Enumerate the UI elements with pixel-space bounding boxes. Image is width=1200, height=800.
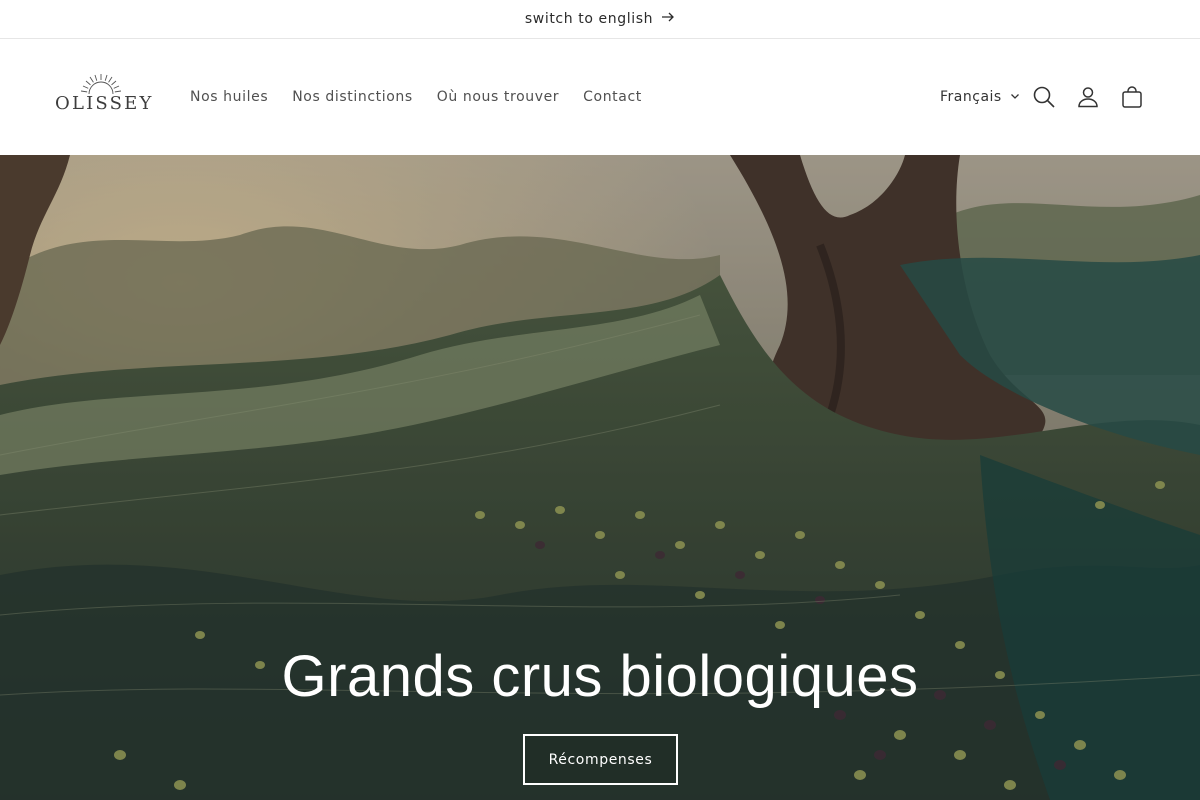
sun-rays-logo-icon xyxy=(81,74,121,94)
nav-item-nos-huiles[interactable]: Nos huiles xyxy=(178,85,280,109)
logo[interactable]: OLISSEY xyxy=(55,72,154,120)
search-icon[interactable] xyxy=(1030,83,1058,111)
arrow-right-icon xyxy=(661,10,675,28)
account-icon[interactable] xyxy=(1074,83,1102,111)
nav-item-nos-distinctions[interactable]: Nos distinctions xyxy=(280,85,425,109)
logo-text: OLISSEY xyxy=(55,93,154,114)
nav-item-ou-nous-trouver[interactable]: Où nous trouver xyxy=(425,85,571,109)
site-header: OLISSEY Nos huiles Nos distinctions Où n… xyxy=(0,39,1200,155)
language-selector[interactable]: Français xyxy=(940,85,1020,109)
announcement-text: switch to english xyxy=(524,11,654,27)
language-label: Français xyxy=(940,89,1002,105)
hero-title: Grands crus biologiques xyxy=(281,644,919,709)
main-nav: Nos huiles Nos distinctions Où nous trou… xyxy=(178,85,654,109)
announcement-bar: switch to english xyxy=(0,0,1200,39)
nav-item-contact[interactable]: Contact xyxy=(571,85,654,109)
switch-language-link[interactable]: switch to english xyxy=(525,10,675,28)
cart-icon[interactable] xyxy=(1118,83,1146,111)
chevron-down-icon xyxy=(1010,85,1020,109)
hero-banner: Grands crus biologiques Récompenses xyxy=(0,155,1200,800)
recompenses-button[interactable]: Récompenses xyxy=(523,734,678,785)
